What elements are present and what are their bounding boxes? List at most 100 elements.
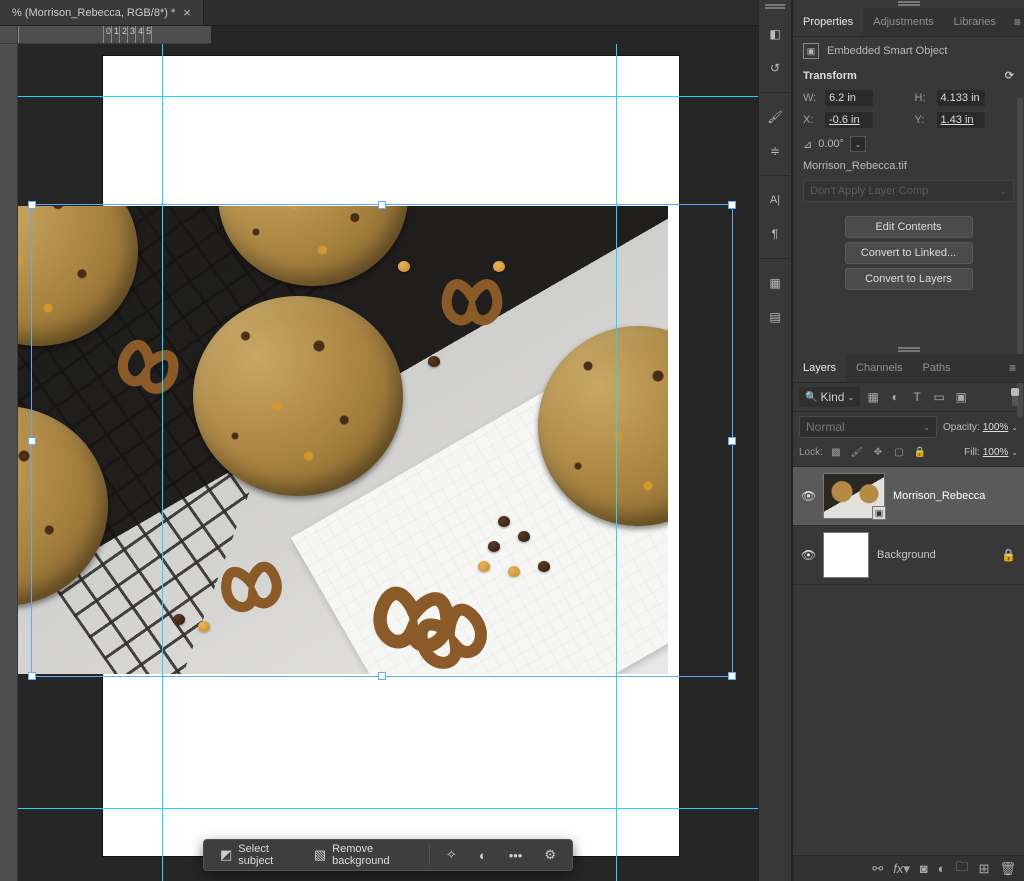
tab-layers[interactable]: Layers (793, 354, 846, 382)
close-tab-icon[interactable]: × (183, 5, 191, 20)
chevron-down-icon: ⌄ (847, 393, 854, 402)
lock-position-icon[interactable]: ✥ (870, 444, 886, 460)
character-panel-icon[interactable]: A| (761, 186, 789, 214)
new-group-icon[interactable]: 🗀 (956, 858, 969, 880)
layer-thumbnail[interactable]: ▣ (823, 473, 885, 519)
chevron-down-icon[interactable]: ⌄ (1011, 448, 1018, 457)
link-layers-icon[interactable]: ⚯ (872, 861, 883, 877)
smart-object-icon: ▣ (803, 43, 819, 59)
panel-menu-button[interactable]: ≡ (1001, 354, 1024, 382)
width-field[interactable]: W: 6.2 in (803, 90, 903, 106)
filter-type-icon[interactable]: T (908, 388, 926, 406)
mask-icon: ◐ (479, 848, 487, 863)
layer-name[interactable]: Morrison_Rebecca (893, 490, 985, 502)
layer-filter-kind[interactable]: 🔍 Kind ⌄ (799, 387, 860, 407)
adjust-panel-icon[interactable]: ≑ (761, 137, 789, 165)
separator (429, 845, 430, 865)
history-panel-icon[interactable]: ↺ (761, 54, 789, 82)
tab-channels[interactable]: Channels (846, 354, 912, 382)
transform-handle[interactable] (728, 437, 736, 445)
tab-properties[interactable]: Properties (793, 8, 863, 36)
transform-handle[interactable] (728, 672, 736, 680)
layer-visibility-toggle[interactable]: 👁 (801, 489, 815, 503)
x-field[interactable]: X: -0.6 in (803, 112, 903, 128)
layer-thumbnail[interactable] (823, 532, 869, 578)
lock-icon[interactable]: 🔒 (1001, 548, 1016, 562)
ruler-horizontal[interactable]: 0 1 2 3 4 5 (18, 26, 211, 44)
layer-fx-icon[interactable]: fx▾ (893, 861, 910, 877)
tab-libraries[interactable]: Libraries (944, 8, 1006, 36)
swatches-panel-icon[interactable]: ▦ (761, 269, 789, 297)
color-panel-icon[interactable]: ◧ (761, 20, 789, 48)
rotate-dropdown[interactable]: ⌄ (850, 136, 866, 152)
lock-all-icon[interactable]: 🔒 (912, 444, 928, 460)
transform-icon-button[interactable]: ✧ (436, 842, 467, 868)
chevron-down-icon: ⌄ (1000, 187, 1007, 196)
chevron-down-icon: ⌄ (923, 423, 930, 432)
rotate-field[interactable]: 0.00° (818, 138, 844, 150)
collapsed-panel-dock[interactable]: ◧ ↺ 🖌 ≑ A| ¶ ▦ ▤ (758, 0, 792, 881)
remove-background-button[interactable]: ▧ Remove background (304, 842, 423, 868)
contextual-task-bar[interactable]: ◩ Select subject ▧ Remove background ✧ ◐… (203, 839, 573, 871)
y-field[interactable]: Y: 1.43 in (915, 112, 1015, 128)
transform-section-label: Transform (803, 70, 857, 82)
document-tab-title: % (Morrison_Rebecca, RGB/8*) * (12, 7, 175, 19)
layer-row[interactable]: 👁 Background 🔒 (793, 526, 1024, 585)
layer-row[interactable]: 👁 ▣ Morrison_Rebecca (793, 467, 1024, 526)
ruler-vertical[interactable] (0, 44, 18, 881)
blend-mode-dropdown[interactable]: Normal ⌄ (799, 416, 937, 438)
smart-object-badge-icon: ▣ (872, 506, 886, 520)
canvas[interactable]: ◩ Select subject ▧ Remove background ✧ ◐… (18, 44, 758, 881)
delete-layer-icon[interactable]: 🗑 (999, 861, 1016, 877)
sliders-icon: ⚙ (544, 847, 556, 863)
guide-horizontal[interactable] (18, 808, 758, 809)
ruler-tick: 2 (119, 26, 127, 43)
filter-smart-icon[interactable]: ▣ (952, 388, 970, 406)
filter-adjust-icon[interactable]: ◐ (886, 388, 904, 406)
transform-handle[interactable] (728, 201, 736, 209)
layer-filter-toggle[interactable] (1012, 388, 1018, 406)
guide-vertical[interactable] (162, 44, 163, 881)
edit-contents-button[interactable]: Edit Contents (845, 216, 973, 238)
ruler-tick: 3 (127, 26, 135, 43)
guide-vertical[interactable] (616, 44, 617, 881)
opacity-field[interactable]: Opacity: 100% ⌄ (943, 422, 1018, 433)
ruler-origin[interactable] (0, 26, 18, 44)
brushes-panel-icon[interactable]: 🖌 (761, 103, 789, 131)
info-panel-icon[interactable]: ▤ (761, 303, 789, 331)
select-subject-button[interactable]: ◩ Select subject (210, 842, 302, 868)
smart-object-image[interactable] (18, 206, 668, 674)
more-options-button[interactable]: ••• (499, 842, 533, 868)
remove-background-icon: ▧ (314, 847, 326, 863)
panel-menu-button[interactable]: ≡ (1006, 8, 1024, 36)
reset-transform-icon[interactable]: ⟳ (1005, 69, 1014, 82)
rotate-icon: ⊿ (803, 138, 812, 151)
convert-to-linked-button[interactable]: Convert to Linked... (845, 242, 973, 264)
bar-settings-button[interactable]: ⚙ (534, 842, 566, 868)
lock-transparency-icon[interactable]: ▩ (828, 444, 844, 460)
object-type-label: Embedded Smart Object (827, 45, 947, 57)
layer-name[interactable]: Background (877, 549, 936, 561)
guide-horizontal[interactable] (18, 96, 758, 97)
layers-panel-footer: ⚯ fx▾ ◙ ◐ 🗀 ⊞ 🗑 (793, 855, 1024, 881)
filter-shape-icon[interactable]: ▭ (930, 388, 948, 406)
tab-paths[interactable]: Paths (913, 354, 961, 382)
add-mask-icon[interactable]: ◙ (920, 861, 928, 876)
layer-visibility-toggle[interactable]: 👁 (801, 548, 815, 562)
more-icon: ••• (509, 848, 523, 863)
new-layer-icon[interactable]: ⊞ (979, 861, 990, 877)
mask-icon-button[interactable]: ◐ (469, 842, 497, 868)
lock-image-icon[interactable]: 🖌 (849, 444, 865, 460)
filter-pixel-icon[interactable]: ▦ (864, 388, 882, 406)
new-adjustment-icon[interactable]: ◐ (938, 861, 946, 876)
height-field[interactable]: H: 4.133 in (915, 90, 1015, 106)
chevron-down-icon[interactable]: ⌄ (1011, 423, 1018, 432)
convert-to-layers-button[interactable]: Convert to Layers (845, 268, 973, 290)
document-tab[interactable]: % (Morrison_Rebecca, RGB/8*) * × (0, 0, 204, 25)
linked-file-name: Morrison_Rebecca.tif (803, 160, 1014, 172)
paragraph-panel-icon[interactable]: ¶ (761, 220, 789, 248)
layer-comp-dropdown: Don't Apply Layer Comp ⌄ (803, 180, 1014, 202)
tab-adjustments[interactable]: Adjustments (863, 8, 944, 36)
fill-field[interactable]: Fill: 100% ⌄ (964, 447, 1018, 458)
lock-artboard-icon[interactable]: ▢ (891, 444, 907, 460)
